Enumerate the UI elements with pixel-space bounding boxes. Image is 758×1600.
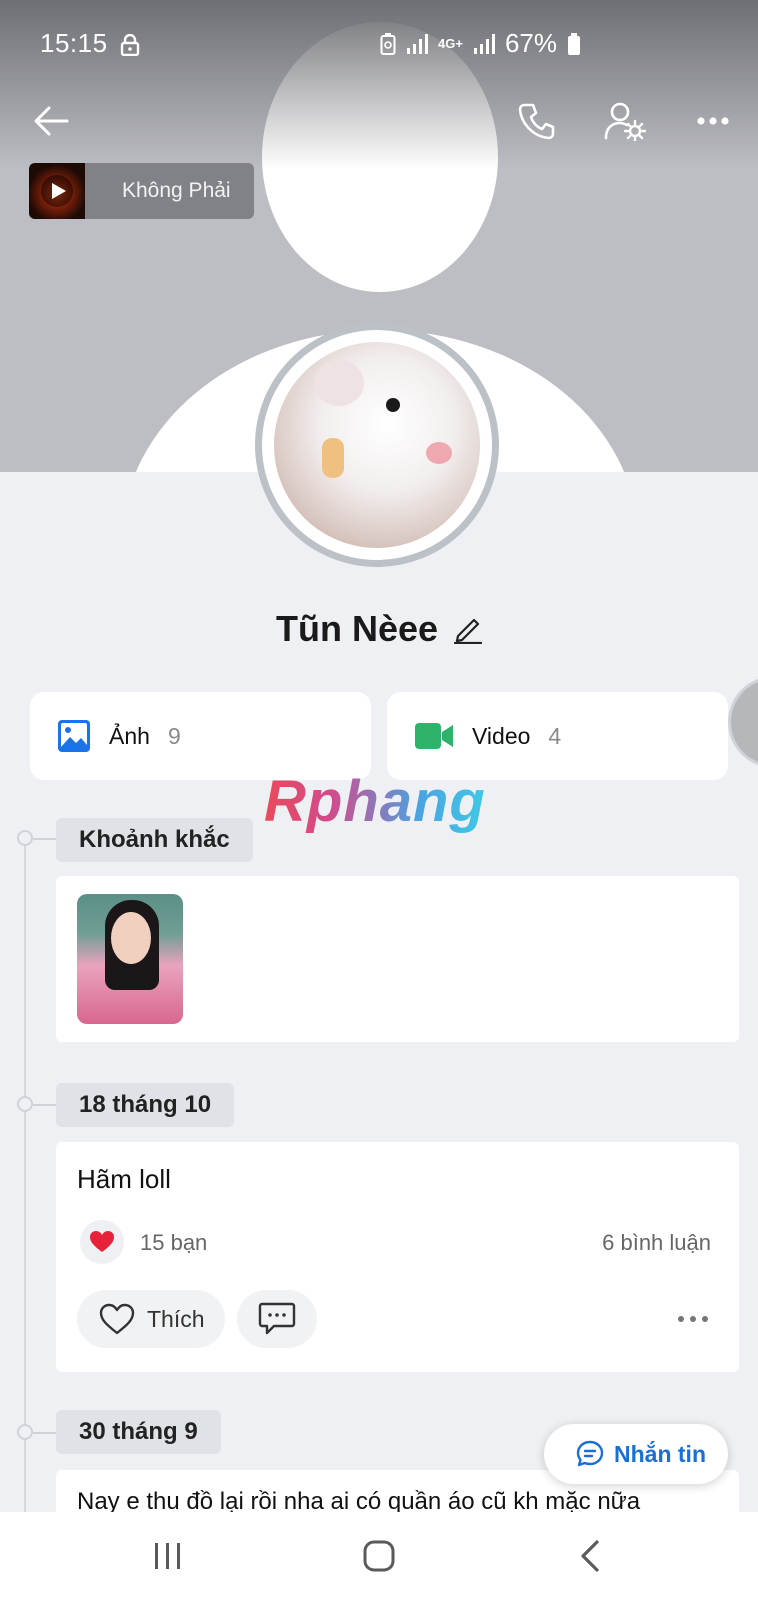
video-camera-icon (415, 723, 453, 749)
section-label-date-2: 30 tháng 9 (56, 1410, 221, 1454)
comment-button[interactable] (237, 1290, 317, 1348)
heart-outline-icon (99, 1303, 135, 1335)
section-label-moments: Khoảnh khắc (56, 818, 253, 862)
videos-label: Video (472, 722, 531, 749)
side-edge-handle[interactable] (728, 676, 758, 768)
battery-saver-icon (380, 32, 396, 55)
home-button[interactable] (349, 1532, 409, 1580)
avatar-hand (322, 438, 344, 478)
music-title: Không Phải (122, 179, 231, 202)
timeline-dot (17, 1424, 33, 1440)
avatar[interactable] (255, 323, 499, 567)
photos-label: Ảnh (109, 722, 150, 749)
photos-card[interactable]: Ảnh 9 (30, 692, 371, 780)
recent-apps-button[interactable] (138, 1532, 198, 1580)
battery-icon (567, 32, 580, 55)
post-more-button[interactable] (673, 1304, 713, 1334)
status-bar: 15:15 4G+ 67% (0, 0, 758, 88)
status-time: 15:15 (40, 28, 108, 58)
network-type: 4G+ (438, 36, 463, 51)
recent-apps-icon (155, 1543, 180, 1569)
battery-percent: 67% (504, 28, 557, 58)
more-options-button[interactable] (686, 94, 740, 148)
profile-music-chip[interactable]: Không Phải (29, 163, 254, 219)
post-text: Hãm loll (77, 1164, 171, 1194)
timeline-tick (33, 1432, 56, 1434)
back-chevron-icon (581, 1540, 599, 1572)
message-button[interactable]: Nhắn tin (544, 1424, 728, 1484)
like-label: Thích (147, 1305, 205, 1332)
moments-card (56, 876, 739, 1042)
photos-count: 9 (167, 722, 181, 749)
avatar-image (274, 342, 480, 548)
image-icon (58, 720, 90, 752)
profile-name: Tũn Nèee (275, 608, 439, 649)
avatar-nose (426, 442, 452, 464)
like-button[interactable]: Thích (77, 1290, 225, 1348)
post-card: Hãm loll 15 bạn 6 bình luận Thích (56, 1142, 739, 1372)
like-count[interactable]: 15 bạn (140, 1230, 207, 1256)
timeline-dot (17, 1096, 33, 1112)
moment-thumbnail[interactable] (77, 894, 183, 1024)
timeline-line (24, 838, 26, 1518)
system-back-button[interactable] (560, 1532, 620, 1580)
section-label-date-1: 18 tháng 10 (56, 1083, 235, 1127)
timeline-tick (33, 838, 56, 840)
comment-icon (258, 1302, 296, 1335)
arrow-left-icon (34, 106, 69, 136)
phone-icon (518, 103, 555, 140)
more-horizontal-icon (697, 117, 729, 125)
watermark-logo: Rphang (264, 769, 486, 834)
home-icon (363, 1540, 395, 1572)
lock-icon (120, 34, 140, 56)
moment-face (111, 912, 151, 964)
timeline-tick (33, 1104, 56, 1106)
message-button-label: Nhắn tin (614, 1440, 706, 1467)
chat-bubble-icon (576, 1440, 604, 1467)
system-nav-bar (0, 1512, 758, 1600)
heart-icon (90, 1231, 114, 1252)
pencil-icon[interactable] (454, 614, 483, 644)
comment-count[interactable]: 6 bình luận (602, 1230, 711, 1256)
back-button[interactable] (24, 94, 78, 148)
user-settings-button[interactable] (598, 94, 652, 148)
timeline-dot (17, 830, 33, 846)
status-indicators: 4G+ 67% (380, 28, 581, 59)
avatar-eye (386, 398, 400, 412)
more-horizontal-icon (678, 1316, 708, 1322)
avatar-ear (314, 360, 364, 406)
reaction-badge[interactable] (80, 1220, 124, 1264)
signal-icon (407, 33, 428, 54)
play-icon (41, 175, 73, 207)
videos-card[interactable]: Video 4 (387, 692, 728, 780)
call-button[interactable] (510, 94, 564, 148)
music-thumbnail (29, 163, 85, 219)
profile-name-row: Tũn Nèee (0, 608, 758, 650)
user-settings-icon (604, 102, 646, 141)
videos-count: 4 (548, 722, 562, 749)
signal-icon-2 (473, 33, 495, 54)
